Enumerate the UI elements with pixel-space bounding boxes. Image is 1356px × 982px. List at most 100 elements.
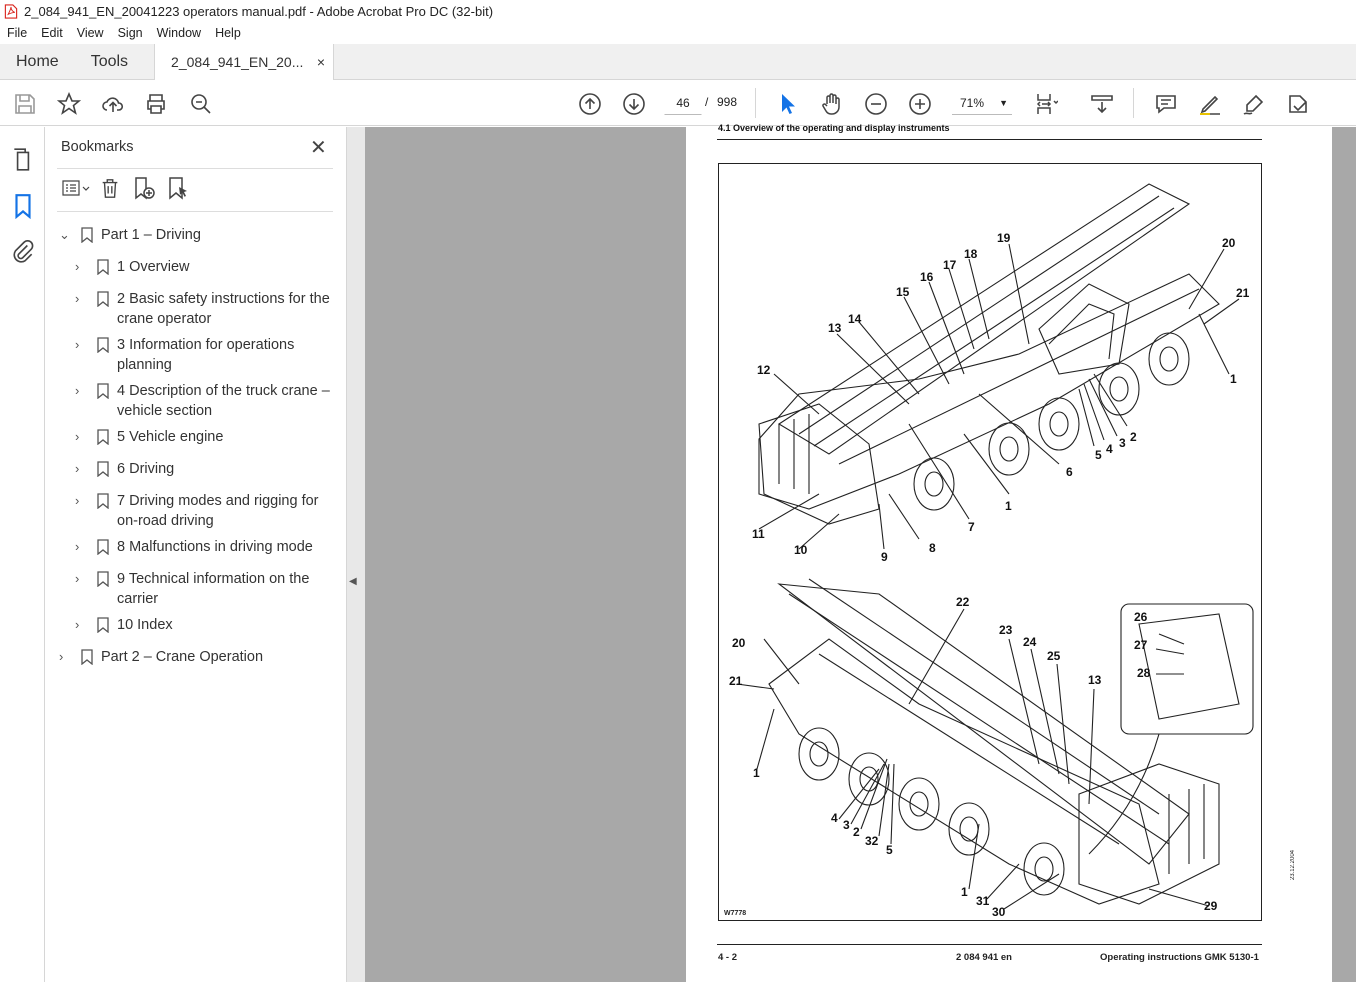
bookmark-label: 10 Index (117, 617, 173, 633)
bookmark-label: 1 Overview (117, 259, 190, 275)
chevron-right-icon[interactable]: › (75, 537, 79, 557)
bookmark-icon (97, 337, 109, 353)
delete-bookmark-icon[interactable] (95, 175, 125, 201)
bookmarks-title: Bookmarks (61, 139, 134, 155)
collapse-panel-icon[interactable]: ◀ (349, 576, 357, 587)
menu-sign[interactable]: Sign (111, 26, 150, 40)
callout-label: 16 (920, 270, 934, 284)
chevron-right-icon[interactable]: › (75, 459, 79, 479)
hand-tool-icon[interactable] (819, 91, 845, 117)
page-thumbnails-icon[interactable] (10, 147, 36, 173)
title-bar: 2_084_941_EN_20041223 operators manual.p… (0, 0, 1356, 22)
chevron-right-icon[interactable]: › (59, 647, 63, 667)
bookmark-icon (81, 227, 93, 243)
bookmark-icon (97, 493, 109, 509)
callout-label: 32 (865, 834, 879, 848)
callout-label: 15 (896, 285, 910, 299)
previous-page-icon[interactable] (577, 91, 603, 117)
callout-label: 31 (976, 894, 990, 908)
new-bookmark-icon[interactable] (129, 175, 159, 201)
callout-label: 5 (1095, 448, 1102, 462)
next-page-icon[interactable] (621, 91, 647, 117)
menu-help[interactable]: Help (208, 26, 248, 40)
callout-label: 23 (999, 623, 1013, 637)
chevron-right-icon[interactable]: › (75, 427, 79, 447)
chevron-right-icon[interactable]: › (75, 257, 79, 277)
page-total: 998 (717, 95, 738, 109)
page-display-icon[interactable] (1033, 91, 1059, 117)
page-section-header: 4.1 Overview of the operating and displa… (718, 123, 950, 133)
tab-close-icon[interactable]: × (317, 44, 325, 80)
bookmark-label: 4 Description of the truck crane – vehic… (117, 383, 330, 419)
menu-edit[interactable]: Edit (34, 26, 70, 40)
callout-label: 26 (1134, 610, 1148, 624)
chevron-right-icon[interactable]: › (75, 289, 79, 309)
page-separator: / (705, 95, 709, 109)
callout-label: 18 (964, 247, 978, 261)
bookmark-label: 2 Basic safety instructions for the cran… (117, 291, 330, 327)
chevron-right-icon[interactable]: › (75, 335, 79, 355)
bookmark-icon (97, 383, 109, 399)
page-number-input[interactable]: 46 (664, 91, 702, 115)
zoom-level-value: 71% (960, 96, 985, 110)
zoom-level-select[interactable]: 71% ▼ (952, 91, 1012, 115)
bookmark-panel-icon[interactable] (10, 193, 36, 219)
callout-label: 9 (881, 550, 888, 564)
callout-label: 7 (968, 520, 975, 534)
menu-file[interactable]: File (0, 26, 34, 40)
tab-document[interactable]: 2_084_941_EN_20... × (154, 44, 335, 81)
fill-sign-icon[interactable] (1285, 91, 1311, 117)
footer-page-number: 4 - 2 (718, 952, 738, 963)
search-zoom-icon[interactable] (188, 91, 214, 117)
tab-tools[interactable]: Tools (75, 44, 144, 80)
callout-label: 10 (794, 543, 808, 557)
print-icon[interactable] (143, 91, 169, 117)
panel-splitter[interactable] (347, 127, 365, 982)
chevron-right-icon[interactable]: › (75, 491, 79, 511)
chevron-right-icon[interactable]: › (75, 381, 79, 401)
tab-document-label: 2_084_941_EN_20... (171, 54, 304, 70)
star-icon[interactable] (56, 91, 82, 117)
callout-label: 5 (886, 843, 893, 857)
callout-label: 14 (848, 312, 862, 326)
callout-label: 1 (1230, 372, 1237, 386)
select-cursor-icon[interactable] (775, 91, 801, 117)
viewport-edge (1332, 127, 1356, 982)
callout-label: 3 (843, 818, 850, 832)
tab-bar: Home Tools 2_084_941_EN_20... × (0, 44, 1356, 81)
save-icon[interactable] (12, 91, 38, 117)
highlight-pen-icon[interactable] (1197, 91, 1223, 117)
callout-label: 12 (757, 363, 771, 377)
footer-doc-title: Operating instructions GMK 5130-1 (1100, 952, 1259, 963)
bookmark-icon (97, 291, 109, 307)
callout-label: 19 (997, 231, 1011, 245)
draw-sign-icon[interactable] (1241, 91, 1267, 117)
zoom-out-icon[interactable] (863, 91, 889, 117)
callout-label: 3 (1119, 436, 1126, 450)
menu-window[interactable]: Window (150, 26, 208, 40)
bookmark-icon (97, 571, 109, 587)
bookmark-icon (81, 649, 93, 665)
callout-label: 20 (732, 636, 746, 650)
chevron-down-icon[interactable]: ⌄ (59, 225, 70, 245)
tab-home[interactable]: Home (0, 44, 75, 80)
bookmark-icon (97, 259, 109, 275)
menu-bar: File Edit View Sign Window Help (0, 22, 1356, 44)
zoom-in-icon[interactable] (907, 91, 933, 117)
cloud-upload-icon[interactable] (100, 91, 126, 117)
close-icon[interactable]: ✕ (310, 135, 327, 160)
bookmark-from-selection-icon[interactable] (163, 175, 193, 201)
page-side-date: 23.12.2004 (1290, 850, 1296, 881)
comment-icon[interactable] (1153, 91, 1179, 117)
chevron-right-icon[interactable]: › (75, 615, 79, 635)
callout-label: 24 (1023, 635, 1037, 649)
bookmark-options-icon[interactable] (61, 175, 91, 201)
scroll-mode-icon[interactable] (1089, 91, 1115, 117)
menu-view[interactable]: View (70, 26, 111, 40)
callout-label: 4 (831, 811, 838, 825)
callout-label: 28 (1137, 666, 1151, 680)
toolbar-divider (755, 88, 756, 118)
chevron-right-icon[interactable]: › (75, 569, 79, 589)
callout-label: 4 (1106, 442, 1113, 456)
attachment-icon[interactable] (10, 239, 36, 265)
